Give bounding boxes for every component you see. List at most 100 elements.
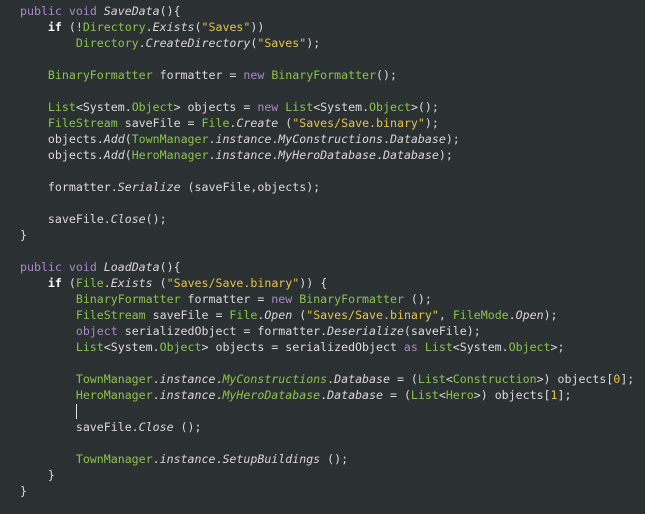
code-token: ( [61, 276, 76, 290]
code-line[interactable]: if (File.Exists ("Saves/Save.binary")) { [20, 275, 634, 291]
code-token: instance [215, 132, 272, 146]
code-token: formatter = [180, 292, 272, 306]
code-line[interactable] [20, 51, 634, 67]
code-line[interactable]: formatter.Serialize (saveFile,objects); [20, 179, 634, 195]
code-token: 1 [550, 388, 558, 402]
code-line[interactable]: public void SaveData(){ [20, 3, 634, 19]
code-token: . [145, 20, 153, 34]
code-line[interactable]: BinaryFormatter formatter = new BinaryFo… [20, 67, 634, 83]
code-token: List [417, 372, 446, 386]
code-line[interactable]: TownManager.instance.MyConstructions.Dat… [20, 371, 634, 387]
code-token: ]; [557, 388, 572, 402]
code-token: TownManager [75, 452, 153, 466]
code-token: BinaryFormatter [47, 68, 153, 82]
code-line[interactable] [20, 195, 634, 211]
code-line[interactable] [20, 403, 634, 419]
code-token: MyConstructions [278, 132, 383, 146]
code-token: ); [445, 132, 460, 146]
code-line[interactable]: if (!Directory.Exists("Saves")) [20, 19, 634, 35]
code-line[interactable]: objects.Add(TownManager.instance.MyConst… [20, 131, 634, 147]
code-token: <System. [452, 340, 509, 354]
code-line[interactable]: List<System.Object> objects = serialized… [20, 339, 634, 355]
code-line[interactable] [20, 355, 634, 371]
code-line[interactable]: FileStream saveFile = File.Create ("Save… [20, 115, 634, 131]
code-line[interactable]: List<System.Object> objects = new List<S… [20, 99, 634, 115]
code-token: = ( [389, 372, 418, 386]
code-token: <System. [313, 100, 370, 114]
code-token: FileMode [452, 308, 509, 322]
code-token: . [138, 36, 146, 50]
code-line[interactable]: BinaryFormatter formatter = new BinaryFo… [20, 291, 634, 307]
code-token: Exists [152, 20, 195, 34]
code-token: new [271, 292, 293, 306]
code-token: Deserialize [327, 324, 404, 338]
code-token: (){ [159, 260, 181, 274]
code-token: HeroManager [131, 148, 209, 162]
code-token: FileStream [75, 308, 146, 322]
code-token: Exists [110, 276, 153, 290]
code-line[interactable]: saveFile.Close (); [20, 419, 634, 435]
code-token: >) objects[ [473, 388, 551, 402]
code-token: List [424, 340, 453, 354]
code-token: Add [103, 132, 125, 146]
code-token: instance [215, 148, 272, 162]
code-line[interactable]: } [20, 483, 634, 499]
code-token: LoadData [103, 260, 160, 274]
code-line[interactable]: Directory.CreateDirectory("Saves"); [20, 35, 634, 51]
code-token: instance [159, 388, 216, 402]
code-line[interactable]: HeroManager.instance.MyHeroDatabase.Data… [20, 387, 634, 403]
code-line[interactable]: public void LoadData(){ [20, 259, 634, 275]
code-token: . [376, 148, 384, 162]
code-token: < [438, 388, 446, 402]
code-token: < [445, 372, 453, 386]
code-line[interactable]: } [20, 227, 634, 243]
code-line[interactable] [20, 83, 634, 99]
code-token: "Saves/Save.binary" [292, 116, 425, 130]
code-token: } [20, 468, 55, 482]
code-token: ( [278, 116, 293, 130]
code-line[interactable]: object serializedObject = formatter.Dese… [20, 323, 634, 339]
code-token: > objects = serializedObject [201, 340, 404, 354]
code-token: Directory [82, 20, 146, 34]
code-token: )) { [299, 276, 328, 290]
code-line[interactable]: } [20, 467, 634, 483]
code-line[interactable]: objects.Add(HeroManager.instance.MyHeroD… [20, 147, 634, 163]
code-token: ( [152, 276, 167, 290]
code-token: Close [138, 420, 174, 434]
code-line[interactable]: saveFile.Close(); [20, 211, 634, 227]
code-token: MyHeroDatabase [222, 388, 321, 402]
code-line[interactable] [20, 243, 634, 259]
code-token: List [75, 340, 104, 354]
code-token: Database [334, 372, 390, 386]
code-token: } [20, 484, 27, 498]
code-line[interactable] [20, 435, 634, 451]
code-token: Database [389, 132, 446, 146]
code-token: BinaryFormatter [75, 292, 181, 306]
code-token: formatter. [20, 180, 118, 194]
code-line[interactable]: FileStream saveFile = File.Open ("Saves/… [20, 307, 634, 323]
code-token: ); [306, 36, 321, 50]
code-token: <System. [75, 100, 132, 114]
code-line[interactable] [20, 163, 634, 179]
code-token: saveFile = [117, 116, 202, 130]
code-token: objects. [20, 132, 104, 146]
code-token: TownManager [131, 132, 209, 146]
code-token: BinaryFormatter [299, 292, 404, 306]
code-token: (); [320, 452, 349, 466]
code-editor[interactable]: public void SaveData(){ if (!Directory.E… [20, 3, 634, 499]
code-token: Object [131, 100, 174, 114]
code-token: <System. [103, 340, 160, 354]
code-token: > objects = [173, 100, 258, 114]
code-token: ( [124, 148, 132, 162]
code-token: "Saves/Save.binary" [306, 308, 439, 322]
code-token: MyConstructions [222, 372, 328, 386]
code-line[interactable]: TownManager.instance.SetupBuildings (); [20, 451, 634, 467]
